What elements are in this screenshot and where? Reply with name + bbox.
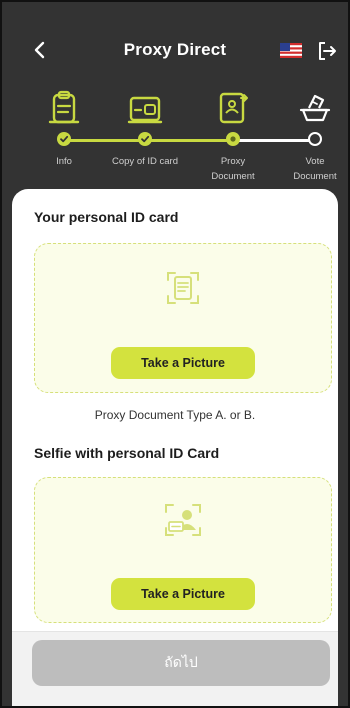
upload-card: Your personal ID card Take a Picture Pro…	[12, 189, 338, 706]
app-header: Proxy Direct	[2, 2, 348, 100]
step-pending-indicator	[308, 132, 322, 146]
clipboard-icon	[48, 90, 80, 124]
step-current-indicator	[226, 132, 240, 146]
step-check-icon	[138, 132, 152, 146]
proxy-document-icon	[219, 92, 248, 124]
take-picture-id-card-button[interactable]: Take a Picture	[111, 347, 255, 379]
selfie-section-title: Selfie with personal ID Card	[34, 445, 220, 461]
footer-bar: ถัดไป	[12, 631, 338, 706]
step-copy-of-id-card: Copy of ID card	[110, 90, 180, 169]
document-scan-icon	[167, 272, 199, 304]
step-proxy-document: Proxy Document	[198, 90, 268, 184]
step-info: Info	[29, 90, 99, 169]
step-label: Proxy Document	[211, 156, 255, 182]
id-card-icon	[127, 96, 163, 124]
selfie-id-card-icon	[165, 504, 201, 536]
logout-icon[interactable]	[316, 40, 338, 62]
document-type-note: Proxy Document Type A. or B.	[94, 408, 256, 422]
progress-stepper: Info Copy of ID card Proxy Document Vote…	[2, 90, 348, 190]
step-label: Copy of ID card	[112, 156, 178, 167]
step-label: Vote Document	[293, 156, 337, 182]
step-check-icon	[57, 132, 71, 146]
step-vote-document: Vote Document	[280, 90, 348, 184]
next-button[interactable]: ถัดไป	[32, 640, 330, 686]
app-frame: Proxy Direct Info Copy of ID card Proxy …	[0, 0, 350, 708]
ballot-box-icon	[299, 94, 331, 122]
take-picture-selfie-button[interactable]: Take a Picture	[111, 578, 255, 610]
id-card-section-title: Your personal ID card	[34, 209, 179, 225]
us-flag-icon[interactable]	[280, 43, 302, 58]
step-label: Info	[56, 156, 72, 167]
selfie-upload-zone[interactable]: Take a Picture	[34, 477, 332, 623]
id-card-upload-zone[interactable]: Take a Picture	[34, 243, 332, 393]
